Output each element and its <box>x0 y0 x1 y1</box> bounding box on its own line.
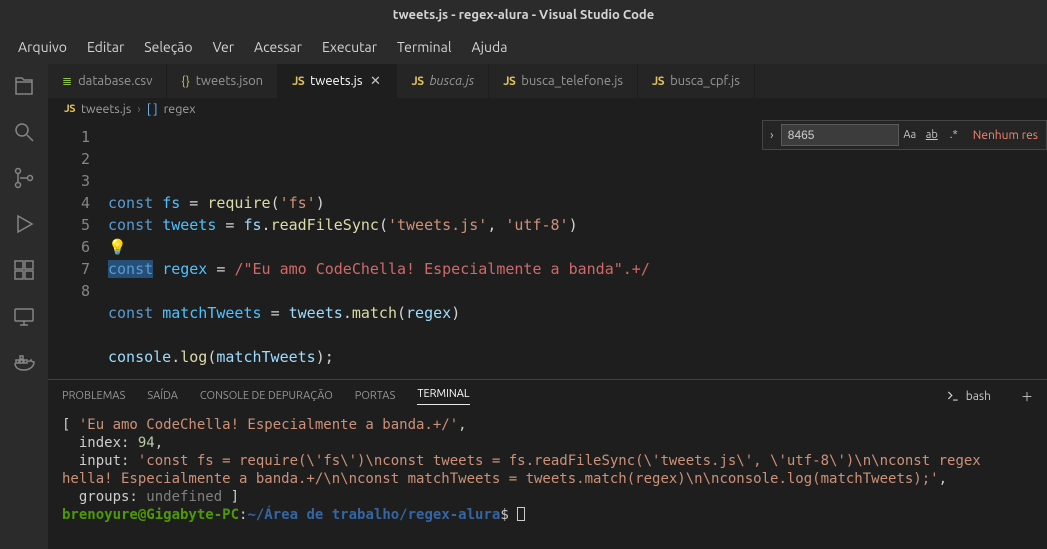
editor-tab-busca_cpf-js[interactable]: JS busca_cpf.js <box>638 64 755 98</box>
menu-editar[interactable]: Editar <box>77 33 134 61</box>
activity-bar <box>0 64 48 549</box>
terminal-output[interactable]: [ 'Eu amo CodeChella! Especialmente a ba… <box>48 412 1047 549</box>
code-line[interactable]: const fs = require('fs') <box>108 192 1047 214</box>
breadcrumb-file: tweets.js <box>81 102 131 116</box>
menu-ver[interactable]: Ver <box>203 33 244 61</box>
code-line[interactable] <box>108 280 1047 302</box>
terminal-shell-selector[interactable]: bash <box>946 389 991 403</box>
file-icon-js: JS <box>411 75 423 88</box>
line-number: 4 <box>48 192 90 214</box>
line-number: 3 <box>48 170 90 192</box>
line-number: 5 <box>48 214 90 236</box>
code-line[interactable] <box>108 324 1047 346</box>
panel-tab-portas[interactable]: PORTAS <box>355 390 396 402</box>
panel-tab-problemas[interactable]: PROBLEMAS <box>62 390 125 402</box>
editor-tab-busca_telefone-js[interactable]: JS busca_telefone.js <box>489 64 638 98</box>
menu-acessar[interactable]: Acessar <box>244 33 312 61</box>
menu-arquivo[interactable]: Arquivo <box>8 33 77 61</box>
run-debug-icon[interactable] <box>12 212 36 236</box>
symbol-icon: [ ] <box>147 102 158 116</box>
tab-label: tweets.js <box>310 74 362 88</box>
menu-selecao[interactable]: Seleção <box>134 33 202 61</box>
breadcrumb[interactable]: JS tweets.js › [ ] regex <box>48 98 1047 120</box>
bottom-panel: PROBLEMAS SAÍDA CONSOLE DE DEPURAÇÃO POR… <box>48 379 1047 549</box>
menu-terminal[interactable]: Terminal <box>387 33 462 61</box>
terminal-add-icon[interactable]: ＋ <box>1013 388 1033 405</box>
code-line[interactable]: const tweets = fs.readFileSync('tweets.j… <box>108 214 1047 236</box>
menu-executar[interactable]: Executar <box>312 33 387 61</box>
remote-icon[interactable] <box>12 304 36 328</box>
panel-tab-depuracao[interactable]: CONSOLE DE DEPURAÇÃO <box>200 390 333 402</box>
file-icon-json: {} <box>181 75 189 88</box>
editor-tab-tweets-js[interactable]: JS tweets.js ✕ <box>278 64 397 98</box>
main-area: ≣database.csv{}tweets.jsonJStweets.js✕JS… <box>0 64 1047 549</box>
code-line[interactable]: 💡 <box>108 236 1047 258</box>
editor-tab-database-csv[interactable]: ≣ database.csv <box>48 64 167 98</box>
line-number: 2 <box>48 148 90 170</box>
tab-label: database.csv <box>78 74 152 88</box>
docker-icon[interactable] <box>12 350 36 374</box>
line-number: 1 <box>48 126 90 148</box>
title-bar: tweets.js - regex-alura - Visual Studio … <box>0 0 1047 30</box>
editor-tab-busca-js[interactable]: JS busca.js <box>397 64 489 98</box>
file-icon-js: JS <box>503 75 515 88</box>
menu-ajuda[interactable]: Ajuda <box>462 33 518 61</box>
panel-tabs: PROBLEMAS SAÍDA CONSOLE DE DEPURAÇÃO POR… <box>48 380 1047 412</box>
tab-label: busca.js <box>430 74 475 88</box>
editor-tabs: ≣database.csv{}tweets.jsonJStweets.js✕JS… <box>48 64 1047 98</box>
close-icon[interactable]: ✕ <box>368 74 382 89</box>
breadcrumb-symbol: regex <box>164 102 196 116</box>
line-number: 8 <box>48 280 90 302</box>
code-line[interactable]: const regex = /"Eu amo CodeChella! Espec… <box>108 258 1047 280</box>
window-title: tweets.js - regex-alura - Visual Studio … <box>393 8 654 22</box>
file-icon-js: JS <box>652 75 664 88</box>
search-icon[interactable] <box>12 120 36 144</box>
editor-area: ≣database.csv{}tweets.jsonJStweets.js✕JS… <box>48 64 1047 549</box>
panel-tab-saida[interactable]: SAÍDA <box>147 390 178 402</box>
panel-tab-terminal[interactable]: TERMINAL <box>417 388 469 405</box>
code-editor[interactable]: 12345678 const fs = require('fs')const t… <box>48 120 1047 379</box>
file-icon-js: JS <box>292 75 304 88</box>
explorer-icon[interactable] <box>12 74 36 98</box>
line-number: 6 <box>48 236 90 258</box>
line-number-gutter: 12345678 <box>48 126 108 379</box>
chevron-right-icon: › <box>137 102 141 116</box>
file-icon-csv: ≣ <box>62 74 72 88</box>
code-line[interactable]: const matchTweets = tweets.match(regex) <box>108 302 1047 324</box>
menu-bar: Arquivo Editar Seleção Ver Acessar Execu… <box>0 30 1047 64</box>
code-line[interactable]: console.log(matchTweets); <box>108 346 1047 368</box>
source-control-icon[interactable] <box>12 166 36 190</box>
tab-label: busca_telefone.js <box>521 74 623 88</box>
editor-tab-tweets-json[interactable]: {} tweets.json <box>167 64 278 98</box>
tab-label: busca_cpf.js <box>670 74 740 88</box>
file-icon-js: JS <box>64 103 75 115</box>
extensions-icon[interactable] <box>12 258 36 282</box>
tab-label: tweets.json <box>196 74 263 88</box>
code-lines[interactable]: const fs = require('fs')const tweets = f… <box>108 126 1047 379</box>
line-number: 7 <box>48 258 90 280</box>
